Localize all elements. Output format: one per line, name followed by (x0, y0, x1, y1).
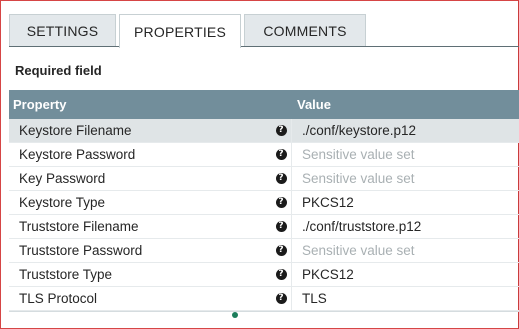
property-name: Key Password (19, 171, 106, 186)
question-circle-icon[interactable]: ? (275, 245, 287, 256)
table-row[interactable]: Keystore Password? Sensitive value set (9, 143, 519, 167)
property-name: TLS Protocol (19, 291, 98, 306)
property-name: Keystore Type (19, 195, 106, 210)
property-name: Truststore Filename (19, 219, 139, 234)
table-row[interactable]: Truststore Password? Sensitive value set (9, 239, 519, 263)
table-row[interactable]: Keystore Filename? ./conf/keystore.p12 (9, 119, 519, 143)
property-name: Keystore Filename (19, 123, 132, 138)
help-cell: ? (271, 173, 291, 184)
property-value[interactable]: Sensitive value set (291, 239, 519, 262)
property-value[interactable]: Sensitive value set (291, 167, 519, 190)
header-property[interactable]: Property (9, 97, 291, 112)
property-value[interactable]: ./conf/truststore.p12 (291, 215, 519, 238)
tab-comments[interactable]: COMMENTS (244, 14, 366, 46)
table-body: Keystore Filename? ./conf/keystore.p12 Key… (9, 119, 519, 311)
property-value[interactable]: Sensitive value set (291, 143, 519, 166)
tab-bar: SETTINGS PROPERTIES COMMENTS (9, 14, 369, 48)
tab-underline (9, 46, 519, 47)
status-dot-icon (232, 312, 238, 318)
header-value[interactable]: Value (291, 97, 519, 112)
properties-table: Property Value Keystore Filename? ./conf/… (9, 90, 519, 314)
table-row[interactable]: Keystore Type? PKCS12 (9, 191, 519, 215)
help-cell: ? (271, 197, 291, 208)
question-circle-icon[interactable]: ? (275, 125, 287, 136)
property-name: Truststore Password (19, 243, 143, 258)
question-circle-icon[interactable]: ? (275, 221, 287, 232)
property-name: Truststore Type (19, 267, 113, 282)
tab-properties[interactable]: PROPERTIES (119, 14, 241, 48)
tab-settings[interactable]: SETTINGS (9, 14, 116, 46)
help-cell: ? (271, 269, 291, 280)
help-cell: ? (271, 221, 291, 232)
table-header: Property Value (9, 90, 519, 119)
property-value[interactable]: PKCS12 (291, 263, 519, 286)
table-row[interactable]: Key Password? Sensitive value set (9, 167, 519, 191)
property-name: Keystore Password (19, 147, 136, 162)
help-cell: ? (271, 245, 291, 256)
help-cell: ? (271, 293, 291, 304)
question-circle-icon[interactable]: ? (275, 269, 287, 280)
property-value[interactable]: ./conf/keystore.p12 (291, 119, 519, 142)
help-cell: ? (271, 125, 291, 136)
question-circle-icon[interactable]: ? (275, 197, 287, 208)
table-row[interactable]: TLS Protocol? TLS (9, 287, 519, 311)
property-value[interactable]: PKCS12 (291, 191, 519, 214)
question-circle-icon[interactable]: ? (275, 173, 287, 184)
table-row[interactable]: Truststore Filename? ./conf/truststore.p1… (9, 215, 519, 239)
help-cell: ? (271, 149, 291, 160)
table-row[interactable]: Truststore Type? PKCS12 (9, 263, 519, 287)
table-bottom-border (9, 311, 519, 314)
required-field-label: Required field (15, 63, 102, 78)
property-value[interactable]: TLS (291, 287, 519, 310)
question-circle-icon[interactable]: ? (275, 293, 287, 304)
question-circle-icon[interactable]: ? (275, 149, 287, 160)
